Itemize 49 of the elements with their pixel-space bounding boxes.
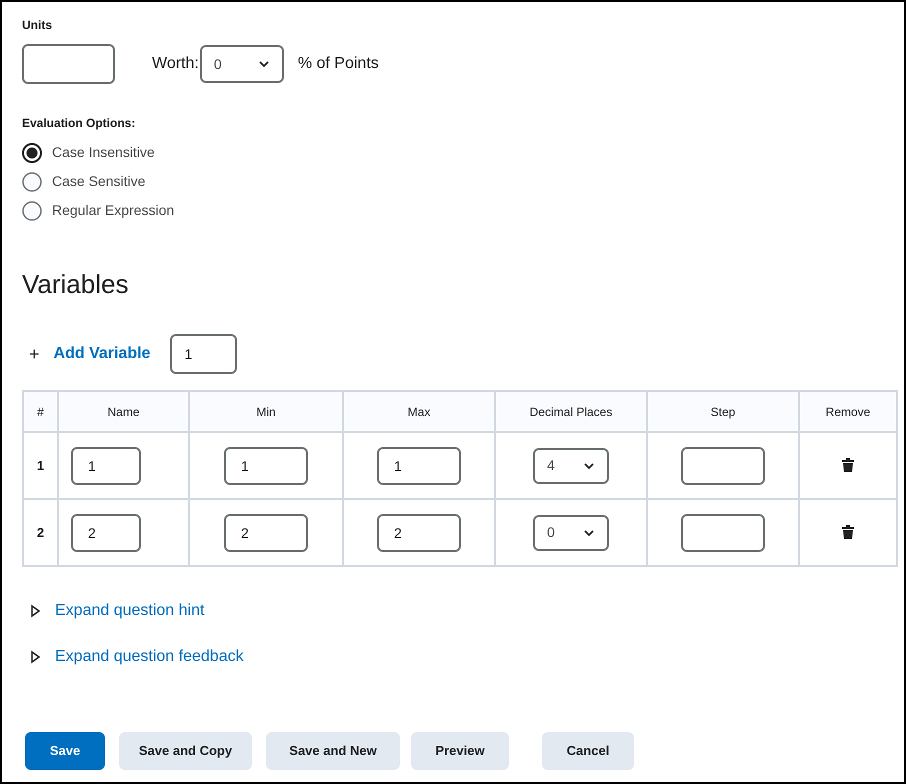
- radio-label: Case Sensitive: [52, 172, 146, 191]
- min-field[interactable]: 1: [224, 446, 308, 484]
- column-header: Step: [710, 404, 736, 418]
- row-number: 2: [36, 524, 44, 540]
- min-field[interactable]: 2: [224, 514, 308, 552]
- radio-label: Regular Expression: [52, 201, 174, 220]
- action-button[interactable]: Preview: [411, 732, 509, 770]
- radio-button[interactable]: [22, 142, 42, 162]
- column-header: #: [37, 404, 44, 418]
- chevron-down-icon: [258, 60, 270, 68]
- step-field[interactable]: [681, 514, 765, 552]
- section-heading: Variables: [22, 268, 130, 301]
- trash-icon[interactable]: [842, 525, 854, 540]
- worth-label: Worth:: [152, 54, 199, 74]
- evaluation-label: Evaluation Options:: [22, 115, 136, 132]
- decimal-places-dropdown[interactable]: 4: [533, 448, 609, 484]
- step-field[interactable]: [681, 446, 765, 484]
- expand-link[interactable]: Expand question hint: [55, 599, 204, 623]
- decimal-places-dropdown[interactable]: 0: [533, 514, 609, 550]
- name-field[interactable]: 2: [71, 514, 141, 552]
- row-number: 1: [36, 458, 44, 472]
- units-field[interactable]: [22, 44, 115, 84]
- column-header: Name: [107, 404, 140, 418]
- radio-button[interactable]: [22, 200, 42, 220]
- action-button[interactable]: Save and New: [266, 732, 400, 770]
- worth-dropdown[interactable]: 0: [200, 45, 284, 83]
- units-label: Units: [22, 17, 53, 34]
- action-button[interactable]: Save and Copy: [119, 732, 252, 770]
- points-label: % of Points: [298, 54, 379, 74]
- expand-link[interactable]: Expand question feedback: [55, 645, 244, 669]
- name-field[interactable]: 1: [71, 446, 141, 484]
- triangle-right-icon[interactable]: [30, 650, 40, 664]
- save-button[interactable]: Save: [25, 732, 105, 770]
- triangle-right-icon[interactable]: [30, 604, 40, 618]
- trash-icon[interactable]: [842, 458, 854, 472]
- max-field[interactable]: 2: [377, 514, 461, 552]
- chevron-down-icon: [583, 528, 595, 536]
- radio-button[interactable]: [22, 172, 42, 192]
- action-button[interactable]: Cancel: [542, 732, 634, 770]
- max-field[interactable]: 1: [377, 446, 461, 484]
- plus-icon: +: [29, 340, 40, 368]
- add-variable-link[interactable]: Add Variable: [54, 342, 150, 366]
- column-header: Remove: [826, 404, 870, 418]
- chevron-down-icon: [583, 462, 595, 470]
- variable-count-field[interactable]: 1: [170, 334, 238, 374]
- column-header: Min: [256, 404, 276, 418]
- column-header: Decimal Places: [530, 404, 612, 418]
- radio-label: Case Insensitive: [52, 143, 155, 162]
- column-header: Max: [408, 404, 430, 418]
